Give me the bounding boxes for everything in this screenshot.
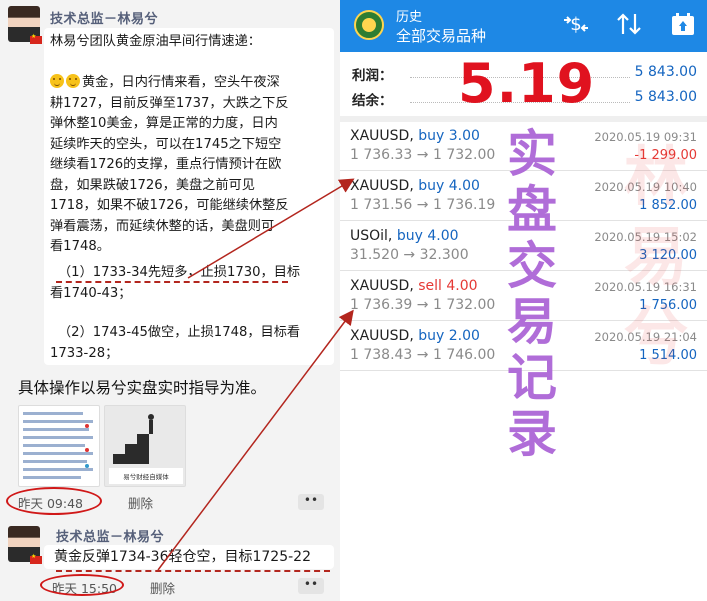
trade-symbol: XAUUSD, <box>350 328 414 344</box>
delete-button[interactable]: 删除 <box>150 578 175 597</box>
message-line: 1733-28； <box>50 345 119 361</box>
trade-prices: 31.520 → 32.300 <box>350 247 469 263</box>
message-line: 弹休整10美金，算是正常的力度，日内 <box>50 116 278 131</box>
highlight-underline <box>56 281 288 283</box>
highlight-underline <box>56 570 330 572</box>
summary-label: 结余： <box>352 93 393 109</box>
sort-arrows-icon[interactable] <box>615 12 643 36</box>
trade-symbol: XAUUSD, <box>350 178 414 194</box>
summary-value: 5 843.00 <box>634 89 697 105</box>
chat-panel: 技术总监－林易兮 林易兮团队黄金原油早间行情速递： 黄金，日内行情来看，空头午夜… <box>0 0 340 601</box>
overlay-title: 实盘交易记录 <box>507 125 557 463</box>
trade-prices: 1 731.56 → 1 736.19 <box>350 197 496 213</box>
message-line: 看1740-43； <box>50 285 132 301</box>
trade-prices: 1 736.33 → 1 732.00 <box>350 147 496 163</box>
message-line: 继续看1726的支撑，重点行情预计在欧 <box>50 157 282 172</box>
china-flag-icon <box>30 33 42 44</box>
summary-value: 5 843.00 <box>634 64 697 80</box>
image-thumbnail[interactable]: 易兮财经自媒体 <box>104 405 186 487</box>
message-bubble[interactable]: 黄金反弹1734-36轻仓空，目标1725-22 <box>44 545 334 569</box>
trade-side: buy 2.00 <box>418 328 480 344</box>
sender-name: 技术总监－林易兮 <box>56 530 165 545</box>
more-button[interactable]: •• <box>298 494 324 510</box>
message-line: 林易兮团队黄金原油早间行情速递： <box>50 34 261 49</box>
message-line: 黄金，日内行情来看，空头午夜深 <box>50 73 280 94</box>
message-line: 耕1727，目前反弹至1737，大跌之下反 <box>50 95 289 111</box>
message-line: （2）1743-45做空，止损1748，目标看 <box>58 325 301 340</box>
smile-emoji-icon <box>66 74 80 88</box>
time-highlight <box>40 574 124 596</box>
trade-symbol: XAUUSD, <box>350 278 414 294</box>
message-line: 黄金反弹1734-36轻仓空，目标1725-22 <box>54 549 311 565</box>
delete-button[interactable]: 删除 <box>128 493 153 512</box>
summary-label: 利润： <box>352 68 393 84</box>
trade-prices: 1 736.39 → 1 732.00 <box>350 297 496 313</box>
trade-side: buy 4.00 <box>418 178 480 194</box>
china-flag-icon <box>30 553 42 564</box>
time-highlight <box>6 487 102 515</box>
dollar-swap-icon[interactable]: $ <box>562 12 590 36</box>
trade-side: sell 4.00 <box>418 278 478 294</box>
svg-text:易兮财经自媒体: 易兮财经自媒体 <box>123 472 169 481</box>
trade-side: buy 4.00 <box>396 228 459 244</box>
trade-side: buy 3.00 <box>418 128 480 144</box>
trade-prices: 1 738.43 → 1 746.00 <box>350 347 496 363</box>
message-line: 1718，如果不破1726，可能继续休整反 <box>50 198 289 213</box>
image-thumbnail[interactable] <box>18 405 100 487</box>
message-line: 盘，如果跌破1726，美盘之前可见 <box>50 177 255 193</box>
sender-name: 技术总监－林易兮 <box>50 12 159 27</box>
app-logo-icon[interactable] <box>354 10 384 40</box>
calendar-icon[interactable] <box>670 12 696 36</box>
message-line: 弹看震荡，而延续休整的话，美盘则可 <box>50 218 275 234</box>
screen-title: 历史 <box>396 10 423 25</box>
message-line: 延续昨天的空头，可以在1745之下短空 <box>50 136 282 152</box>
trade-symbol: XAUUSD, <box>350 128 414 144</box>
more-button[interactable]: •• <box>298 578 324 594</box>
message-line: 看1748。 <box>50 239 110 254</box>
smile-emoji-icon <box>50 74 64 88</box>
app-bar: 历史 全部交易品种 $ <box>340 0 707 52</box>
stairs-graphic: 易兮财经自媒体 <box>109 414 183 484</box>
guidance-note: 具体操作以易兮实盘实时指导为准。 <box>18 379 267 397</box>
symbol-filter[interactable]: 全部交易品种 <box>396 25 486 46</box>
overlay-date: 5.19 <box>458 52 596 115</box>
svg-text:$: $ <box>570 14 581 35</box>
trade-symbol: USOil, <box>350 228 393 244</box>
watermark-text: 林易兮 <box>624 141 688 375</box>
message-bubble[interactable]: 林易兮团队黄金原油早间行情速递： 黄金，日内行情来看，空头午夜深 耕1727，目… <box>44 28 334 365</box>
